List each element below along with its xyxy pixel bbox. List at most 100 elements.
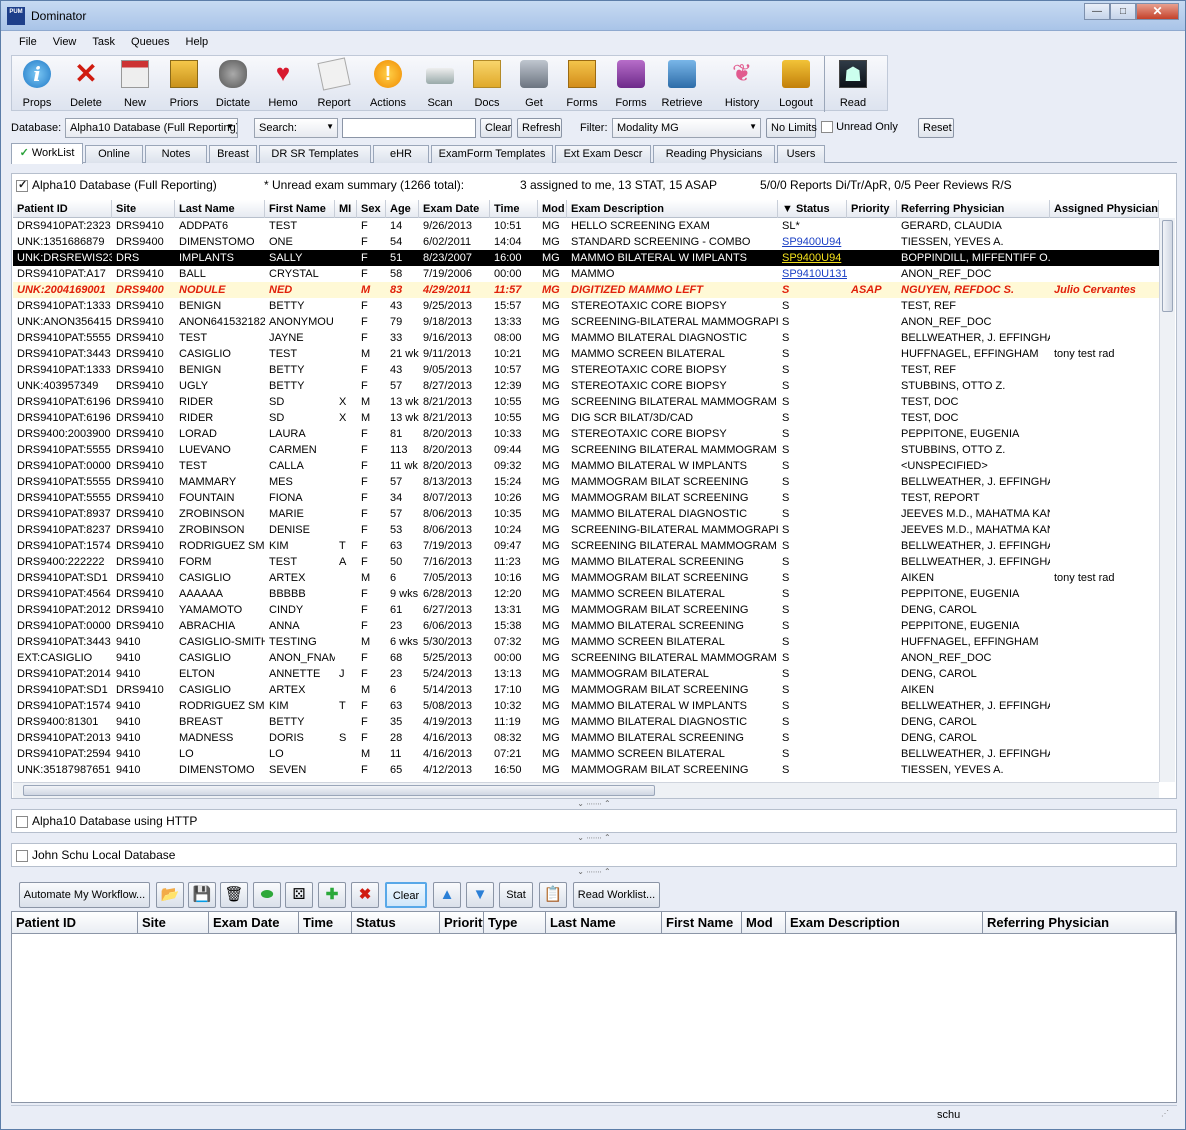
column-header-priority[interactable]: Priority xyxy=(847,200,897,218)
clear-search-button[interactable]: Clear xyxy=(480,118,512,138)
menu-view[interactable]: View xyxy=(45,33,85,53)
column-header-referring-physician[interactable]: Referring Physician xyxy=(897,200,1050,218)
table-row[interactable]: DRS9410PAT:5555 DRS9410 TEST JAYNE F 33 9/16/2… xyxy=(13,330,1159,346)
column-header-site[interactable]: Site xyxy=(112,200,175,218)
table-row[interactable]: DRS9410PAT:5555 DRS9410 MAMMARY MES F 57 8/13/… xyxy=(13,474,1159,490)
column-header-exam-date[interactable]: Exam Date xyxy=(419,200,490,218)
table-row[interactable]: DRS9410PAT:1574 DRS9410 RODRIGUEZ SMIT KIM T… xyxy=(13,538,1159,554)
table-row[interactable]: DRS9410PAT:4564 DRS9410 AAAAAA BBBBB F 9 wks 6… xyxy=(13,586,1159,602)
toolbar-button-read[interactable]: ☗ Read xyxy=(829,56,877,112)
close-button[interactable]: ✕ xyxy=(1136,3,1179,20)
table-row[interactable]: UNK:1351686879 DRS9400 DIMENSTOMO ONE F 54 6/0… xyxy=(13,234,1159,250)
menu-help[interactable]: Help xyxy=(178,33,217,53)
column-header-time[interactable]: Time xyxy=(299,912,352,934)
column-header-time[interactable]: Time xyxy=(490,200,538,218)
table-row[interactable]: DRS9410PAT:A17 DRS9410 BALL CRYSTAL F 58 7/19/… xyxy=(13,266,1159,282)
column-header-age[interactable]: Age xyxy=(386,200,419,218)
table-row[interactable]: UNK:403957349 DRS9410 UGLY BETTY F 57 8/27/201… xyxy=(13,378,1159,394)
table-row[interactable]: DRS9410PAT:1333 DRS9410 BENIGN BETTY F 43 9/05… xyxy=(13,362,1159,378)
tab-notes[interactable]: Notes xyxy=(145,145,207,163)
toolbar-button-forms[interactable]: Forms xyxy=(558,56,606,112)
tab-examform-templates[interactable]: ExamForm Templates xyxy=(431,145,553,163)
table-row[interactable]: DRS9410PAT:5555 DRS9410 LUEVANO CARMEN F 113 8… xyxy=(13,442,1159,458)
automate-workflow-button[interactable]: Automate My Workflow... xyxy=(19,882,150,908)
delete-icon[interactable]: ✖ xyxy=(351,882,379,908)
column-header-type[interactable]: Type xyxy=(484,912,546,934)
column-header-exam-description[interactable]: Exam Description xyxy=(786,912,983,934)
column-header-status[interactable]: Status xyxy=(352,912,440,934)
table-row[interactable]: DRS9410PAT:2012 DRS9410 YAMAMOTO CINDY F 61 6/… xyxy=(13,602,1159,618)
horizontal-scrollbar[interactable] xyxy=(13,782,1159,798)
table-row[interactable]: DRS9410PAT:SD1 DRS9410 CASIGLIO ARTEX M 6 5/14… xyxy=(13,682,1159,698)
tab-worklist[interactable]: ✓ WorkList xyxy=(11,143,83,164)
column-header-mod[interactable]: Mod xyxy=(538,200,567,218)
toolbar-button-forms-2[interactable]: Forms xyxy=(607,56,655,112)
toolbar-button-retrieve[interactable]: Retrieve xyxy=(658,56,706,112)
toolbar-button-props[interactable]: i Props xyxy=(13,56,61,112)
database-dropdown[interactable]: Alpha10 Database (Full Reporting) ▼ xyxy=(65,118,238,138)
column-header-mod[interactable]: Mod xyxy=(742,912,786,934)
toolbar-button-docs[interactable]: Docs xyxy=(463,56,511,112)
maximize-button[interactable]: □ xyxy=(1110,3,1136,20)
table-row[interactable]: UNK:ANON356415 DRS9410 ANON641532182 ANONYM… xyxy=(13,314,1159,330)
section-header[interactable]: Alpha10 Database (Full Reporting) xyxy=(16,178,217,192)
column-header-patient-id[interactable]: Patient ID xyxy=(13,200,112,218)
table-row[interactable]: UNK:2004169001 DRS9400 NODULE NED M 83 4/29/20… xyxy=(13,282,1159,298)
toolbar-button-history[interactable]: ❦ History xyxy=(718,56,766,112)
checkbox-icon[interactable] xyxy=(16,815,28,828)
status-link[interactable]: SP9400U94 xyxy=(778,234,847,250)
toolbar-button-delete[interactable]: ✕ Delete xyxy=(62,56,110,112)
column-header-sex[interactable]: Sex xyxy=(357,200,386,218)
tab-reading-physicians[interactable]: Reading Physicians xyxy=(653,145,775,163)
column-header-assigned-physician[interactable]: Assigned Physician xyxy=(1050,200,1159,218)
menu-task[interactable]: Task xyxy=(84,33,123,53)
tab-ext-exam-descr[interactable]: Ext Exam Descr xyxy=(555,145,651,163)
checkbox-icon[interactable] xyxy=(16,178,28,192)
scroll-thumb[interactable] xyxy=(1162,220,1173,312)
no-limits-button[interactable]: No Limits xyxy=(766,118,817,138)
table-row[interactable]: DRS9410PAT:6196 DRS9410 RIDER SD X M 13 wk 8/21… xyxy=(13,394,1159,410)
table-row[interactable]: DRS9410PAT:6196 DRS9410 RIDER SD X M 13 wk 8/21… xyxy=(13,410,1159,426)
move-down-icon[interactable]: ▼ xyxy=(466,882,494,908)
column-header-patient-id[interactable]: Patient ID xyxy=(12,912,138,934)
table-row[interactable]: DRS9400:2003900 DRS9410 LORAD LAURA F 81 8/20/… xyxy=(13,426,1159,442)
table-row[interactable]: DRS9400:81301 9410 BREAST BETTY F 35 4/19/2013… xyxy=(13,714,1159,730)
stat-button[interactable]: Stat xyxy=(499,882,533,908)
table-row[interactable]: DRS9410PAT:2014 9410 ELTON ANNETTE J F 23 5/24/… xyxy=(13,666,1159,682)
tab-breast[interactable]: Breast xyxy=(209,145,257,163)
search-type-dropdown[interactable]: Search: ▼ xyxy=(254,118,338,138)
menu-queues[interactable]: Queues xyxy=(123,33,178,53)
column-header-mi[interactable]: MI xyxy=(335,200,357,218)
table-row[interactable]: DRS9410PAT:3443 DRS9410 CASIGLIO TEST M 21 wk… xyxy=(13,346,1159,362)
table-row[interactable]: DRS9410PAT:SD1 DRS9410 CASIGLIO ARTEX M 6 7/05… xyxy=(13,570,1159,586)
table-row[interactable]: DRS9410PAT:3443 9410 CASIGLIO-SMITH TESTING… xyxy=(13,634,1159,650)
column-header-first-name[interactable]: First Name xyxy=(265,200,335,218)
filter-dropdown[interactable]: Modality MG ▼ xyxy=(612,118,761,138)
table-row[interactable]: DRS9410PAT:2323 DRS9410 ADDPAT6 TEST F 14 9/26… xyxy=(13,218,1159,234)
toolbar-button-priors[interactable]: Priors xyxy=(160,56,208,112)
splitter-handle[interactable]: ⌄ ∙∙∙∙∙∙∙ ⌃ xyxy=(11,834,1177,842)
toolbar-button-new[interactable]: New xyxy=(111,56,159,112)
column-header-status[interactable]: ▼ Status xyxy=(778,200,847,218)
section-header[interactable]: John Schu Local Database xyxy=(16,848,175,862)
toolbar-button-logout[interactable]: Logout xyxy=(772,56,820,112)
unread-only-checkbox[interactable]: Unread Only xyxy=(821,121,898,134)
table-row[interactable]: DRS9410PAT:8237 DRS9410 ZROBINSON DENISE F 53… xyxy=(13,522,1159,538)
column-header-first-name[interactable]: First Name xyxy=(662,912,742,934)
dice-icon[interactable]: ⚄ xyxy=(285,882,313,908)
resize-grip-icon[interactable]: ⋰ xyxy=(1161,1109,1175,1123)
open-folder-icon[interactable]: 📂 xyxy=(156,882,184,908)
read-worklist-button[interactable]: Read Worklist... xyxy=(573,882,660,908)
refresh-button[interactable]: Refresh xyxy=(517,118,562,138)
splitter-handle[interactable]: ⌄ ∙∙∙∙∙∙∙ ⌃ xyxy=(11,800,1177,808)
clipboard-icon[interactable]: 📋 xyxy=(539,882,567,908)
move-up-icon[interactable]: ▲ xyxy=(433,882,461,908)
table-row[interactable]: DRS9410PAT:0000 DRS9410 TEST CALLA F 11 wk 8/2… xyxy=(13,458,1159,474)
tab-online[interactable]: Online xyxy=(85,145,143,163)
table-row[interactable]: DRS9410PAT:0000 DRS9410 ABRACHIA ANNA F 23 6/0… xyxy=(13,618,1159,634)
toolbar-button-actions[interactable]: ! Actions xyxy=(364,56,412,112)
toolbar-button-scan[interactable]: Scan xyxy=(416,56,464,112)
section-header[interactable]: Alpha10 Database using HTTP xyxy=(16,814,197,828)
column-header-referring-physician[interactable]: Referring Physician xyxy=(983,912,1176,934)
table-row[interactable]: DRS9410PAT:8937 DRS9410 ZROBINSON MARIE F 57 8… xyxy=(13,506,1159,522)
